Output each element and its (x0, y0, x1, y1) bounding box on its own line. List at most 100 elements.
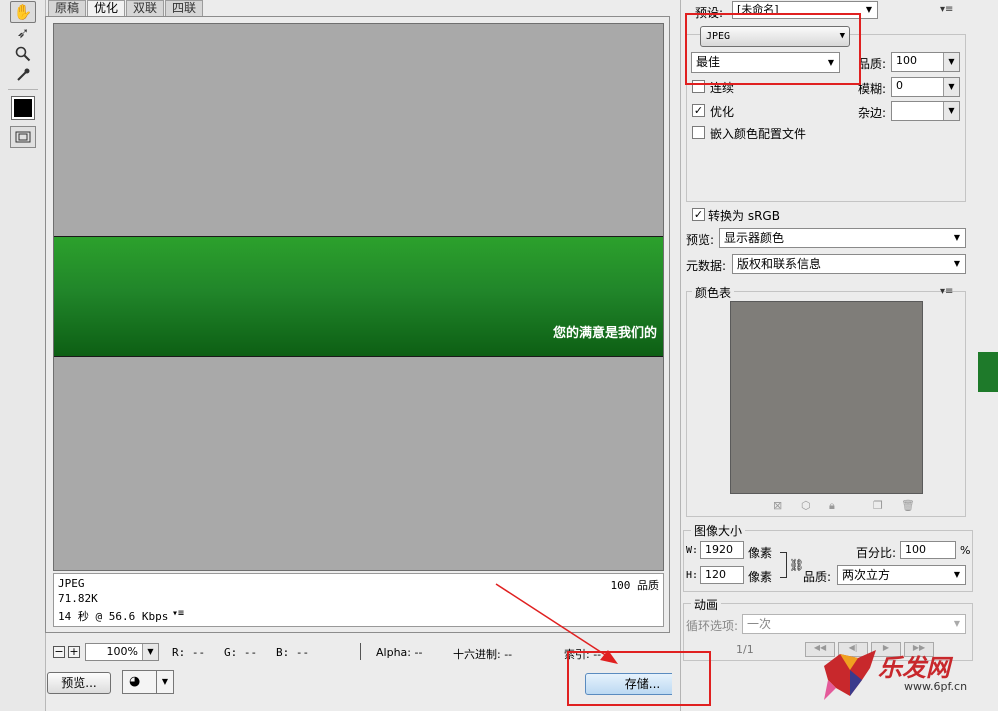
format-highlight-box (685, 13, 861, 85)
color-table-title: 颜色表 (692, 284, 735, 301)
width-unit: 像素 (748, 546, 773, 560)
preview-mode-select[interactable]: 显示器颜色 ▼ (719, 228, 966, 248)
info-menu-icon[interactable]: ▾≡ (172, 608, 184, 619)
status-alpha: Alpha: -- (376, 646, 423, 659)
slice-select-tool-icon[interactable]: ➶ (10, 22, 36, 44)
metadata-select[interactable]: 版权和联系信息 ▼ (732, 254, 966, 274)
zoom-out-button[interactable]: − (53, 646, 65, 658)
zoom-tool-icon[interactable] (10, 43, 36, 65)
zoom-in-button[interactable]: + (68, 646, 80, 658)
width-label: W: (686, 545, 699, 556)
watermark-url: www.6pf.cn (904, 680, 968, 693)
optimized-checkbox[interactable]: ✓ (692, 104, 705, 117)
view-tabs: 原稿 优化 双联 四联 (48, 0, 204, 17)
height-input[interactable]: 120 (700, 566, 744, 584)
chevron-down-icon: ▼ (949, 255, 965, 273)
percent-label: 百分比: (856, 546, 897, 560)
width-input[interactable]: 1920 (700, 541, 744, 559)
panel-divider (680, 0, 681, 711)
watermark-text: 乐发网 (878, 654, 950, 682)
chain-link-icon[interactable]: ⛓︎ (789, 558, 804, 572)
map-transparent-icon[interactable]: ⊠ (773, 499, 782, 512)
browser-preview-button[interactable]: ◕ ▼ (122, 670, 174, 694)
tool-divider (8, 89, 38, 90)
tab-original[interactable]: 原稿 (48, 0, 87, 17)
tab-4-up[interactable]: 四联 (165, 0, 204, 17)
toggle-slices-visibility-icon[interactable] (10, 126, 36, 148)
height-label: H: (686, 570, 699, 581)
matte-select[interactable]: ▼ (891, 101, 960, 121)
resample-quality-label: 品质: (803, 570, 832, 584)
zoom-level-select[interactable]: 100% ▼ (85, 643, 159, 661)
chevron-down-icon: ▼ (943, 78, 959, 96)
embed-profile-checkbox[interactable] (692, 126, 705, 139)
banner-image: 您的满意是我们的 (54, 236, 663, 357)
lock-icon[interactable]: 🔒︎ (829, 499, 835, 513)
quality-label: 品质: (858, 57, 887, 71)
quality-value: 100 (896, 54, 917, 67)
chevron-down-icon: ▼ (943, 102, 959, 120)
height-unit: 像素 (748, 570, 773, 584)
tool-column: ✋ ➶ (0, 0, 46, 711)
loop-options-value: 一次 (747, 617, 772, 631)
color-table-menu-icon[interactable]: ▾≡ (940, 286, 953, 297)
settings-menu-icon[interactable]: ▾≡ (940, 4, 953, 15)
hand-tool-icon[interactable]: ✋ (10, 1, 36, 23)
frame-counter: 1/1 (736, 643, 754, 656)
watermark-logo: 乐发网 www.6pf.cn (820, 640, 998, 711)
matte-label: 杂边: (858, 106, 887, 120)
chevron-down-icon: ▼ (949, 615, 965, 633)
blur-value: 0 (896, 79, 903, 92)
bull-logo-icon (824, 650, 876, 700)
color-table-swatches[interactable] (730, 301, 923, 494)
percent-value: 100 (905, 543, 926, 556)
zoom-level-value: 100% (106, 645, 138, 658)
chevron-down-icon: ▼ (949, 566, 965, 584)
embed-profile-label: 嵌入颜色配置文件 (710, 127, 807, 141)
percent-unit: % (960, 544, 971, 557)
loop-options-label: 循环选项: (686, 619, 739, 633)
width-value: 1920 (705, 543, 733, 556)
status-green: G: -- (224, 646, 258, 659)
status-red: R: -- (172, 646, 206, 659)
preview-mode-value: 显示器颜色 (724, 231, 785, 245)
loop-options-select[interactable]: 一次 ▼ (742, 614, 966, 634)
convert-srgb-checkbox[interactable]: ✓ (692, 208, 705, 221)
eyedropper-color-swatch[interactable] (11, 96, 35, 120)
quality-input[interactable]: 100 ▼ (891, 52, 960, 72)
status-divider (360, 643, 361, 660)
tab-2-up[interactable]: 双联 (126, 0, 165, 17)
chevron-down-icon: ▼ (943, 53, 959, 71)
browser-globe-icon: ◕ (129, 674, 141, 689)
trash-icon[interactable]: 🗑︎ (901, 499, 915, 512)
web-snap-icon[interactable]: ⬡ (801, 499, 811, 512)
info-file-size: 71.82K (58, 592, 98, 605)
status-blue: B: -- (276, 646, 310, 659)
chevron-down-icon: ▼ (156, 671, 173, 693)
metadata-label: 元数据: (686, 259, 727, 273)
constrain-bracket (780, 552, 787, 578)
annotation-arrow (495, 583, 618, 664)
metadata-value: 版权和联系信息 (737, 257, 822, 271)
optimized-label: 优化 (710, 105, 735, 119)
new-color-icon[interactable]: ❐ (873, 499, 883, 512)
info-download-time: 14 秒 @ 56.6 Kbps (58, 610, 169, 623)
animation-title: 动画 (691, 596, 722, 613)
blur-input[interactable]: 0 ▼ (891, 77, 960, 97)
banner-text: 您的满意是我们的 (552, 326, 657, 341)
preview-mode-label: 预览: (686, 233, 715, 247)
resample-quality-value: 两次立方 (842, 568, 891, 582)
chevron-down-icon: ▼ (142, 644, 158, 660)
convert-srgb-label: 转换为 sRGB (708, 209, 780, 223)
chevron-down-icon: ▼ (949, 229, 965, 247)
info-format: JPEG (58, 577, 85, 590)
resample-quality-select[interactable]: 两次立方 ▼ (837, 565, 966, 585)
preview-button[interactable]: 预览... (47, 672, 111, 694)
eyedropper-tool-icon[interactable] (10, 64, 36, 86)
height-value: 120 (705, 568, 726, 581)
image-size-title: 图像大小 (691, 522, 746, 539)
chevron-down-icon: ▼ (861, 2, 877, 18)
background-window-strip (978, 352, 998, 392)
percent-input[interactable]: 100 (900, 541, 956, 559)
tab-optimized[interactable]: 优化 (87, 0, 126, 17)
